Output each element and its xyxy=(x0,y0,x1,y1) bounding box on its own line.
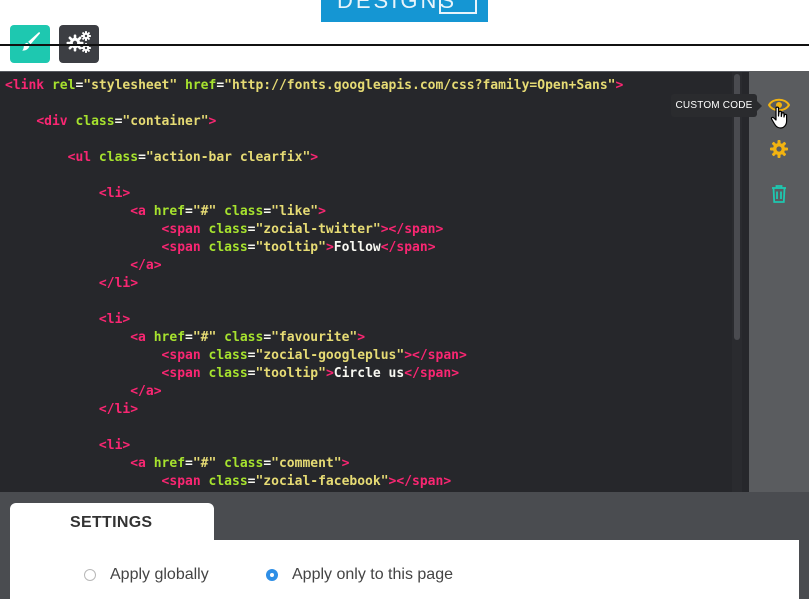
tab-settings[interactable]: SETTINGS xyxy=(10,503,214,543)
settings-tab-label: SETTINGS xyxy=(70,514,153,531)
brand-logo: DESIGNS xyxy=(321,0,488,22)
apply-this-page-radio[interactable]: Apply only to this page xyxy=(266,566,453,584)
block-actions-panel xyxy=(749,71,809,492)
code-line: <a href="#" class="favourite"> xyxy=(130,330,366,345)
apply-globally-radio[interactable]: Apply globally xyxy=(84,566,209,584)
code-editor[interactable]: <link rel="stylesheet" href="http://font… xyxy=(0,71,749,492)
code-line: <span class="zocial-twitter"></span> xyxy=(161,222,444,237)
code-line: </a> xyxy=(130,258,162,273)
header-divider xyxy=(0,44,809,46)
code-line: <span class="tooltip">Follow</span> xyxy=(161,240,436,255)
code-line: </li> xyxy=(98,402,139,417)
code-line: <li> xyxy=(98,186,131,201)
code-line: <span class="zocial-facebook"></span> xyxy=(161,474,452,489)
radio-unchecked-icon xyxy=(84,569,96,581)
code-line: </li> xyxy=(98,276,139,291)
code-line: <ul class="action-bar clearfix"> xyxy=(67,150,319,165)
cursor-hand-icon xyxy=(769,106,791,129)
apply-this-page-label: Apply only to this page xyxy=(292,566,453,583)
radio-checked-icon xyxy=(266,569,278,581)
code-line: <a href="#" class="comment"> xyxy=(130,456,350,471)
trash-icon[interactable] xyxy=(768,183,790,205)
code-line: <span class="zocial-googleplus"></span> xyxy=(161,348,467,363)
code-line: <a href="#" class="like"> xyxy=(130,204,326,219)
apply-globally-label: Apply globally xyxy=(110,566,209,583)
code-line: <link rel="stylesheet" href="http://font… xyxy=(5,78,624,93)
code-line: <li> xyxy=(98,438,131,453)
gear-icon[interactable] xyxy=(768,138,790,160)
code-line: <span class="tooltip">Circle us</span> xyxy=(161,366,460,381)
custom-code-tooltip: CUSTOM CODE xyxy=(671,94,762,117)
code-line: <li> xyxy=(98,312,131,327)
code-line: <div class="container"> xyxy=(36,114,217,129)
code-line: </a> xyxy=(130,384,162,399)
